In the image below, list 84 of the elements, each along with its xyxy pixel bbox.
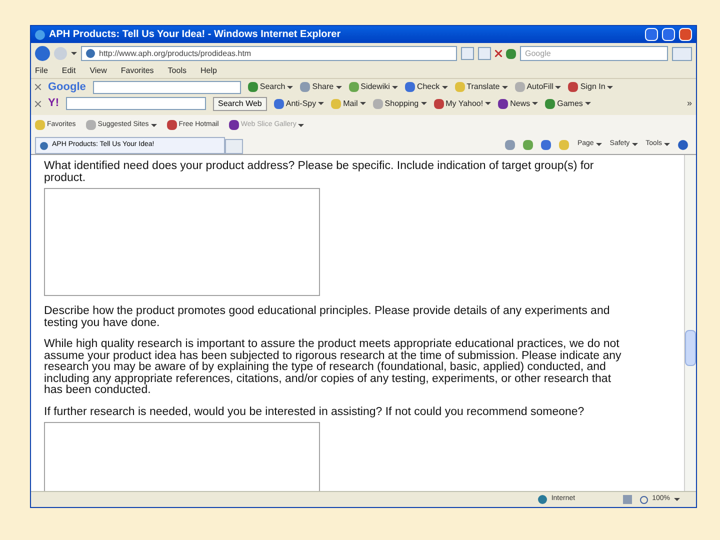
search-field[interactable]: Google bbox=[520, 46, 668, 61]
caret-icon bbox=[584, 102, 591, 105]
toolbar-icon bbox=[545, 98, 556, 108]
toolbar-button[interactable]: Check bbox=[404, 81, 448, 93]
search-button[interactable] bbox=[672, 46, 692, 60]
address-field[interactable]: http://www.aph.org/products/prodideas.htm bbox=[81, 46, 457, 61]
caret-icon bbox=[420, 102, 427, 105]
caret-icon bbox=[318, 102, 324, 105]
search-field[interactable] bbox=[92, 80, 241, 94]
menu-item[interactable]: Help bbox=[200, 65, 217, 77]
caret-icon bbox=[555, 86, 562, 88]
caret-icon bbox=[532, 102, 538, 105]
caret-icon bbox=[664, 143, 670, 146]
toolbar-button[interactable]: Translate bbox=[454, 81, 508, 93]
scrollbar[interactable] bbox=[684, 155, 696, 491]
toolbar-icon bbox=[498, 98, 508, 108]
caret-icon bbox=[632, 143, 638, 146]
caret-icon bbox=[607, 86, 614, 88]
caret-icon bbox=[336, 86, 342, 88]
toolbar-icon bbox=[331, 98, 342, 108]
toolbar-button[interactable]: Sidewiki bbox=[348, 81, 398, 93]
toolbar-button[interactable]: AutoFill bbox=[514, 81, 562, 93]
toolbar-icon bbox=[568, 82, 578, 92]
close-icon[interactable] bbox=[35, 84, 41, 90]
toolbar-icon bbox=[274, 98, 284, 108]
menu-item[interactable]: View bbox=[90, 65, 107, 77]
menu-item[interactable]: Favorites bbox=[120, 65, 154, 77]
minimize-button[interactable] bbox=[645, 28, 658, 41]
toolbar-icon bbox=[86, 120, 96, 130]
yahoo-logo: Y! bbox=[48, 96, 59, 112]
question-text: If further research is needed, would you be interested in assisting? If not could you recommend someone? bbox=[44, 406, 586, 418]
toolbar-icon bbox=[228, 120, 239, 130]
caret-icon bbox=[485, 102, 492, 105]
search-web-button[interactable]: Search Web bbox=[213, 96, 267, 110]
more-button[interactable]: » bbox=[686, 96, 692, 110]
toolbar-button[interactable]: Sign In bbox=[568, 81, 614, 93]
toolbar-icon bbox=[348, 82, 359, 92]
caret-icon bbox=[392, 86, 398, 88]
refresh-button[interactable] bbox=[478, 47, 491, 60]
toolbar-icon bbox=[166, 120, 177, 130]
toolbar-icon bbox=[372, 98, 383, 108]
toolbar-button[interactable]: Search bbox=[248, 81, 294, 93]
compatibility-button[interactable] bbox=[461, 47, 474, 60]
toolbar-icon bbox=[454, 82, 465, 92]
menu-item[interactable]: Tools bbox=[168, 65, 186, 77]
answer-box[interactable] bbox=[44, 188, 320, 296]
menu-item[interactable]: File bbox=[35, 65, 48, 77]
caret-icon bbox=[71, 52, 77, 55]
window-title: APH Products: Tell Us Your Idea! - Windows Internet Explorer bbox=[49, 28, 342, 42]
question-text: What identified need does your product address? Please be specific. Include indication of target group(s) for product. bbox=[44, 161, 595, 184]
caret-icon bbox=[442, 86, 448, 88]
toolbar-icon bbox=[514, 82, 525, 92]
back-button[interactable] bbox=[35, 46, 50, 61]
toolbar-button[interactable]: News bbox=[498, 98, 538, 110]
google-logo: Google bbox=[48, 80, 86, 95]
close-icon[interactable] bbox=[35, 100, 41, 106]
maximize-button[interactable] bbox=[662, 28, 675, 41]
toolbar-icon bbox=[506, 48, 516, 58]
caret-icon bbox=[150, 124, 157, 126]
caret-icon bbox=[502, 86, 508, 88]
caret-icon bbox=[360, 102, 366, 105]
toolbar-icon bbox=[248, 82, 258, 92]
question-text: Describe how the product promotes good educational principles. Please provide details of any experiments and testing you have done. bbox=[44, 306, 611, 329]
caret-icon bbox=[287, 86, 294, 88]
toolbar-icon bbox=[404, 82, 415, 92]
toolbar-button[interactable]: Mail bbox=[331, 98, 366, 110]
toolbar-button[interactable]: Share bbox=[300, 81, 342, 93]
close-button[interactable] bbox=[679, 28, 692, 41]
caret-icon bbox=[596, 143, 602, 146]
toolbar-button[interactable]: Anti-Spy bbox=[274, 98, 324, 110]
toolbar-icon bbox=[300, 82, 310, 92]
caret-icon bbox=[298, 124, 304, 126]
caret-icon bbox=[674, 498, 680, 501]
toolbar-button[interactable]: My Yahoo! bbox=[434, 98, 492, 110]
search-field[interactable] bbox=[66, 97, 206, 110]
scrollbar-thumb[interactable] bbox=[685, 330, 696, 366]
toolbar-icon bbox=[434, 98, 444, 108]
toolbar-button[interactable]: Shopping bbox=[372, 98, 427, 110]
menu-item[interactable]: Edit bbox=[62, 65, 76, 77]
question-text: While high quality research is important to assure the product meets appropriate educational practices, we do not assume your product idea has been subjected to rigorous research at the time of submission. Please indicate any research you may be aware of by explaining the type of research (foundational, basic, applied) conducted, and including any appropriate references, citations, and/or copies of any testing, experiments, or other research that has been conducted. bbox=[44, 339, 622, 396]
toolbar-button[interactable]: Games bbox=[545, 98, 591, 110]
stop-icon[interactable] bbox=[495, 50, 502, 57]
new-tab-button[interactable] bbox=[225, 139, 243, 154]
toolbar-icon bbox=[35, 120, 45, 130]
